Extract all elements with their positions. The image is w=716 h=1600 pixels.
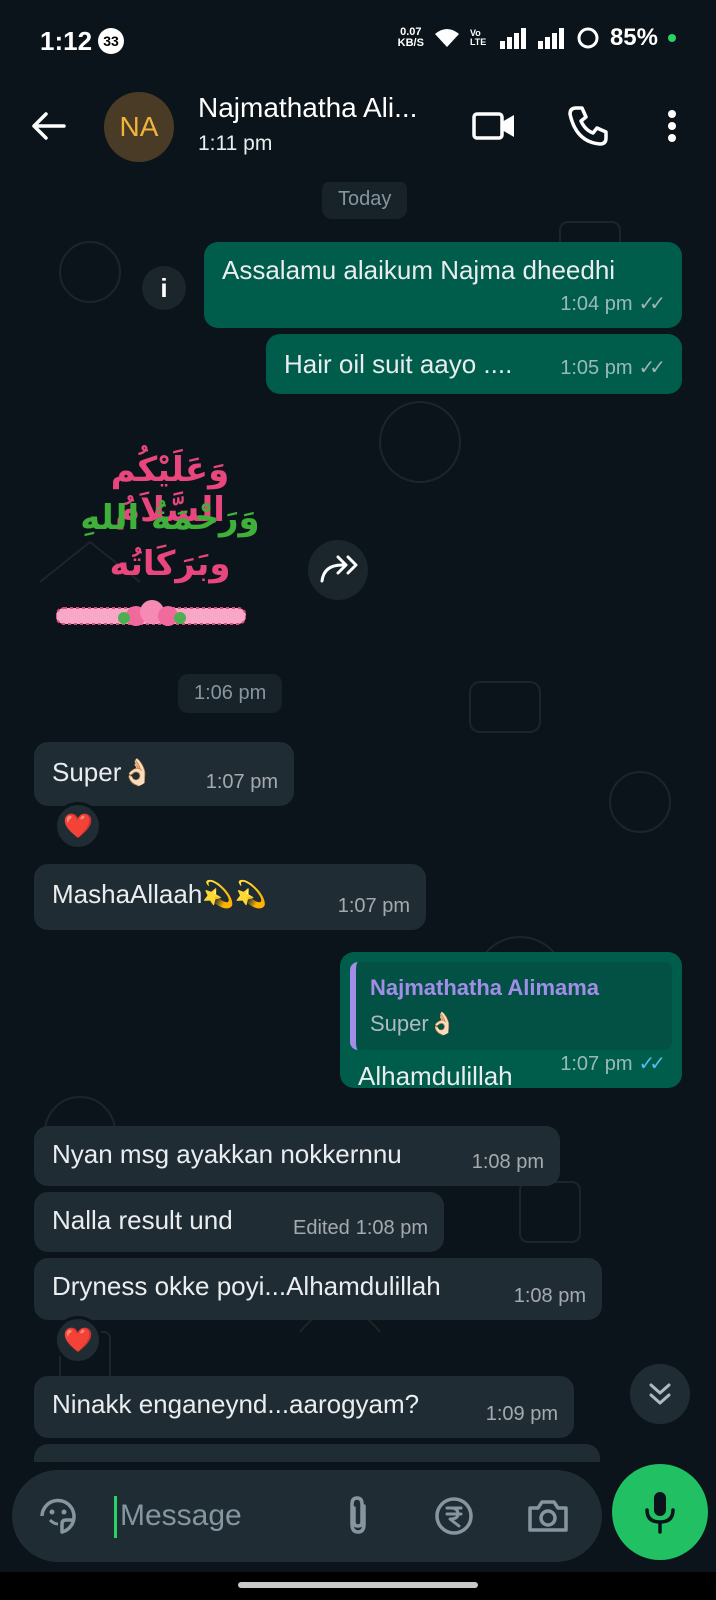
message-text: Assalamu alaikum Najma dheedhi — [222, 255, 616, 285]
system-nav-bar — [0, 1572, 716, 1600]
status-time: 1:12 — [40, 26, 93, 56]
attachment-icon[interactable] — [334, 1492, 382, 1540]
scroll-to-bottom-button[interactable] — [630, 1364, 690, 1424]
message-meta: 1:09 pm — [485, 1403, 558, 1425]
microphone-icon — [645, 1492, 675, 1534]
message-bubble-in[interactable]: Dryness okke poyi...Alhamdulillah 1:08 p… — [34, 1258, 602, 1320]
info-icon[interactable]: i — [142, 266, 186, 310]
message-text: Alhamdulillah — [358, 1061, 513, 1091]
reaction-heart-icon[interactable]: ❤️ — [54, 1316, 102, 1364]
voice-record-button[interactable] — [612, 1464, 708, 1560]
message-bubble-in[interactable]: Nyan msg ayakkan nokkernnu 1:08 pm — [34, 1126, 560, 1186]
message-meta: 1:07 pm ✓✓ — [560, 1048, 666, 1080]
message-meta: 1:07 pm — [337, 895, 410, 917]
double-check-icon: ✓✓ — [638, 357, 665, 379]
privacy-dot — [668, 34, 676, 42]
message-text: Nalla result und — [52, 1205, 233, 1235]
message-bubble-in[interactable]: MashaAllaah💫💫 1:07 pm — [34, 864, 426, 930]
network-speed: 0.07 KB/S — [397, 26, 424, 49]
contact-name[interactable]: Najmathatha Ali... — [198, 92, 417, 124]
battery-percent: 85% — [609, 24, 658, 51]
message-meta: 1:08 pm — [471, 1151, 544, 1173]
message-text: MashaAllaah💫💫 — [52, 879, 268, 909]
date-separator: Today — [322, 182, 408, 219]
message-text: Ninakk enganeynd...aarogyam? — [52, 1389, 420, 1419]
message-meta: 1:04 pm ✓✓ — [560, 288, 666, 320]
message-bubble-out[interactable]: Assalamu alaikum Najma dheedhi 1:04 pm ✓… — [204, 242, 682, 328]
message-text: Dryness okke poyi...Alhamdulillah — [52, 1271, 441, 1301]
message-bubble-out[interactable]: Hair oil suit aayo .... 1:05 pm ✓✓ — [266, 334, 682, 394]
message-bubble-in[interactable]: Nalla result und Edited 1:08 pm — [34, 1192, 444, 1252]
signal-icon-2 — [537, 28, 564, 49]
sticker-emoji-icon[interactable] — [34, 1492, 82, 1540]
compose-bar — [0, 1462, 716, 1572]
forward-icon — [320, 555, 358, 583]
message-bubble-in[interactable]: Ninakk enganeynd...aarogyam? 1:09 pm — [34, 1376, 574, 1438]
flower-border-icon — [56, 600, 246, 626]
double-chevron-down-icon — [649, 1383, 671, 1405]
avatar[interactable]: NA — [104, 92, 174, 162]
message-text: Super👌🏻 — [52, 757, 154, 787]
message-meta: 1:08 pm — [513, 1285, 586, 1307]
camera-icon[interactable] — [524, 1492, 572, 1540]
message-text: Nyan msg ayakkan nokkernnu — [52, 1139, 402, 1169]
payment-rupee-icon[interactable] — [430, 1492, 478, 1540]
message-bubble-out-reply[interactable]: Najmathatha Alimama Super👌🏻 Alhamdulilla… — [340, 952, 682, 1091]
battery-ring-icon — [577, 27, 599, 49]
status-icons: 0.07 KB/S Vo LTE 85% — [398, 24, 676, 52]
more-options-icon[interactable] — [648, 102, 696, 150]
reaction-heart-icon[interactable]: ❤️ — [54, 802, 102, 850]
voice-call-icon[interactable] — [564, 102, 612, 150]
last-seen[interactable]: 1:11 pm — [198, 132, 272, 156]
chat-area[interactable]: Today i Assalamu alaikum Najma dheedhi 1… — [0, 182, 716, 1462]
chat-header: NA Najmathatha Ali... 1:11 pm — [0, 82, 716, 182]
gesture-handle[interactable] — [238, 1582, 478, 1588]
video-call-icon[interactable] — [470, 102, 518, 150]
message-text: Hair oil suit aayo .... — [284, 349, 513, 379]
double-check-icon: ✓✓ — [638, 293, 665, 315]
notification-badge: 33 — [98, 28, 124, 54]
compose-pill — [12, 1470, 602, 1562]
message-bubble-in-partial[interactable] — [34, 1444, 600, 1462]
message-meta: Edited 1:08 pm — [293, 1212, 428, 1244]
text-caret — [114, 1496, 117, 1538]
quoted-author: Najmathatha Alimama — [370, 975, 600, 1000]
edited-label: Edited — [293, 1217, 350, 1239]
quoted-text: Super👌🏻 — [370, 1011, 457, 1036]
sticker-image[interactable]: وَعَلَيْكُم السَّلاَمُ وَرَحْمَةُ اللهِ … — [50, 450, 290, 640]
status-bar: 1:12 33 0.07 KB/S Vo LTE 85% — [0, 0, 716, 82]
message-meta: 1:07 pm — [205, 771, 278, 793]
double-check-read-icon: ✓✓ — [638, 1053, 665, 1075]
signal-icon-1 — [499, 28, 526, 49]
volte-icon: Vo LTE — [469, 28, 487, 47]
back-arrow-icon[interactable] — [28, 106, 68, 146]
time-separator: 1:06 pm — [178, 674, 283, 713]
quoted-message[interactable]: Najmathatha Alimama Super👌🏻 — [350, 962, 672, 1050]
message-bubble-in[interactable]: Super👌🏻 1:07 pm — [34, 742, 294, 806]
wifi-icon — [434, 29, 459, 47]
message-meta: 1:05 pm ✓✓ — [560, 352, 666, 384]
forward-button[interactable] — [308, 540, 368, 600]
message-input[interactable] — [120, 1492, 340, 1540]
